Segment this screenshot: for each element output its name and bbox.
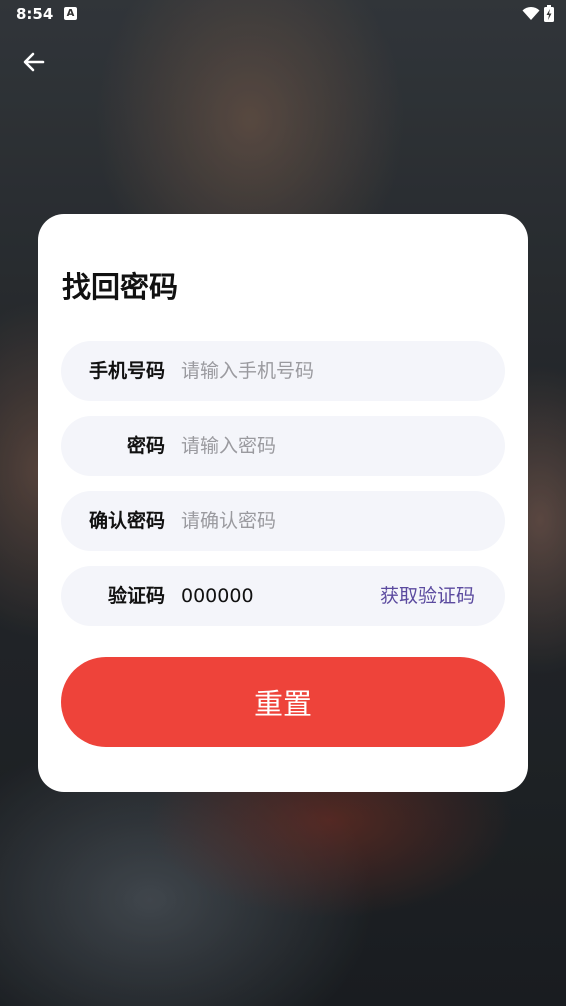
reset-password-card: 找回密码 手机号码 密码 确认密码 验证码 获取验证码 重置 — [38, 214, 528, 792]
code-field: 验证码 获取验证码 — [61, 566, 505, 626]
arrow-left-icon — [23, 52, 45, 72]
get-code-button[interactable]: 获取验证码 — [380, 566, 475, 626]
password-field: 密码 — [61, 416, 505, 476]
page-title: 找回密码 — [62, 270, 179, 304]
password-label: 密码 — [126, 435, 165, 457]
code-label: 验证码 — [107, 585, 165, 607]
password-input[interactable] — [181, 430, 361, 462]
phone-input[interactable] — [181, 355, 361, 387]
reset-button[interactable]: 重置 — [61, 657, 505, 747]
phone-label: 手机号码 — [88, 360, 165, 382]
status-bar: 8:54 A — [0, 0, 566, 28]
confirm-password-label: 确认密码 — [88, 510, 165, 532]
notification-icon: A — [64, 7, 77, 20]
phone-field: 手机号码 — [61, 341, 505, 401]
code-input[interactable] — [181, 580, 361, 612]
back-button[interactable] — [18, 46, 50, 78]
wifi-icon — [522, 6, 540, 25]
confirm-password-input[interactable] — [181, 505, 361, 537]
confirm-password-field: 确认密码 — [61, 491, 505, 551]
status-time: 8:54 — [16, 5, 54, 23]
battery-charging-icon — [544, 5, 554, 26]
